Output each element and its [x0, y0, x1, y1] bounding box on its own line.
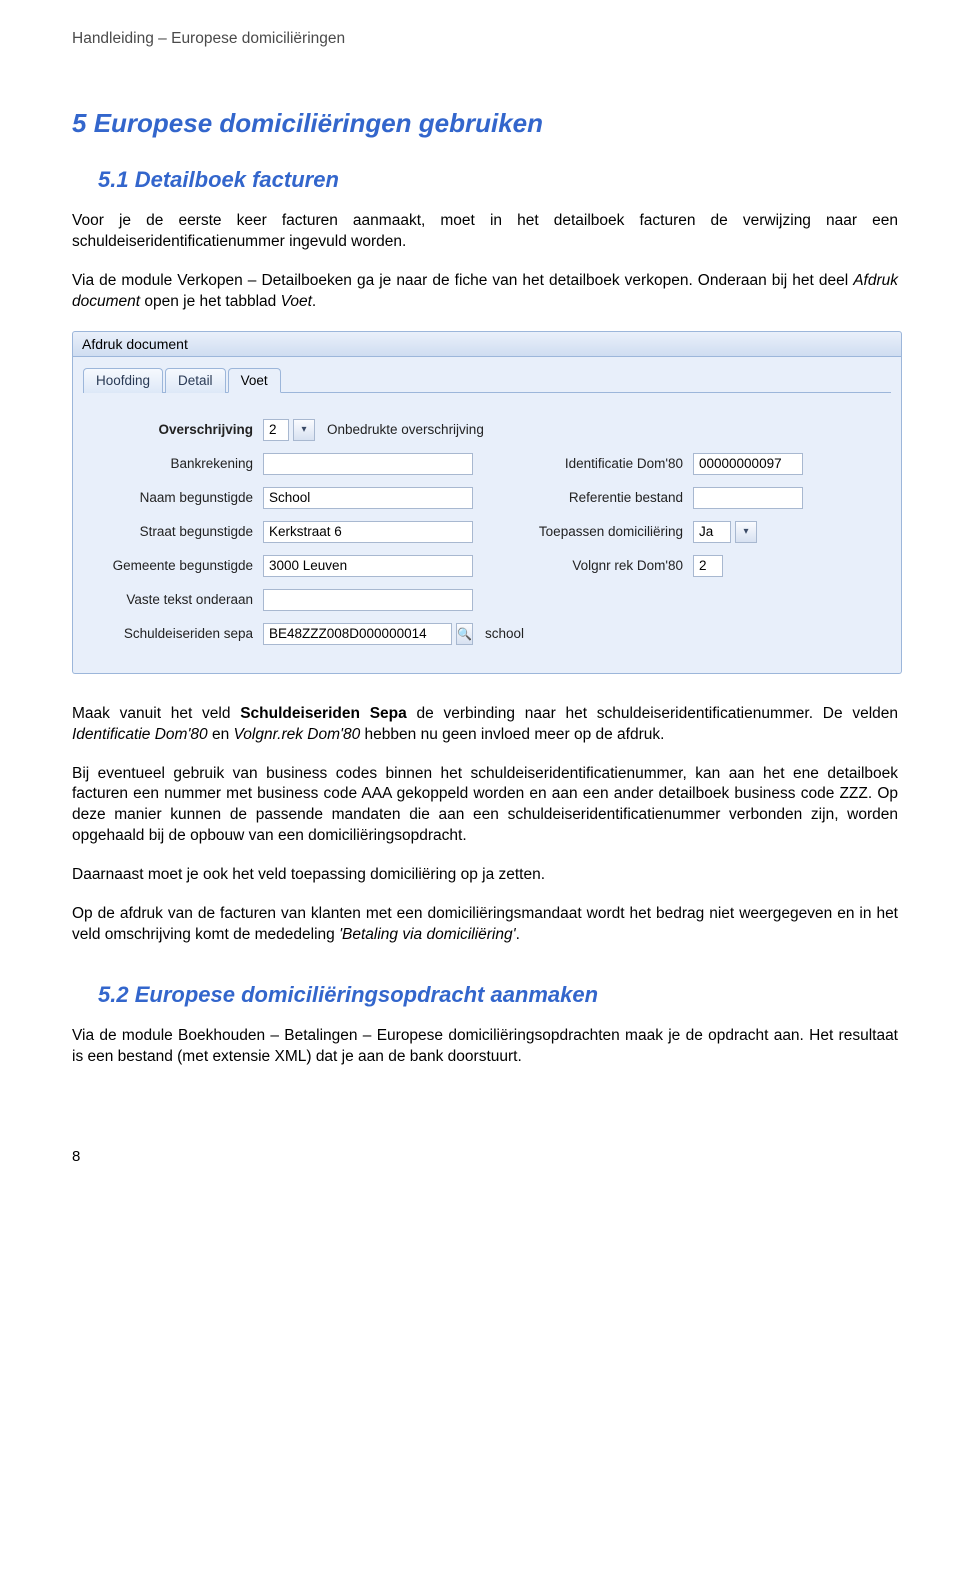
label-gemeente-begunstigde: Gemeente begunstigde: [93, 558, 263, 573]
straat-begunstigde-input[interactable]: [263, 521, 473, 543]
label-schuldeiser-sepa: Schuldeiseriden sepa: [93, 626, 263, 641]
row-straat-begunstigde: Straat begunstigde Toepassen domiciliëri…: [93, 515, 881, 549]
label-volgnr: Volgnr rek Dom'80: [503, 558, 693, 573]
paragraph-toepassing-ja: Daarnaast moet je ook het veld toepassin…: [72, 865, 898, 886]
label-bankrekening: Bankrekening: [93, 456, 263, 471]
chevron-down-icon: ▾: [743, 526, 748, 537]
label-identificatie: Identificatie Dom'80: [503, 456, 693, 471]
tab-voet[interactable]: Voet: [228, 368, 281, 393]
panel-body: Hoofding Detail Voet Overschrijving ▾ On…: [72, 357, 902, 674]
label-vaste-tekst: Vaste tekst onderaan: [93, 592, 263, 607]
volgnr-input[interactable]: [693, 555, 723, 577]
label-toepassen-domiciliering: Toepassen domiciliëring: [503, 524, 693, 539]
row-gemeente-begunstigde: Gemeente begunstigde Volgnr rek Dom'80: [93, 549, 881, 583]
paragraph-schuldeiser-link: Maak vanuit het veld Schuldeiseriden Sep…: [72, 704, 898, 746]
h2b-text: Europese domiciliëringsopdracht aanmaken: [135, 982, 598, 1007]
tab-hoofding[interactable]: Hoofding: [83, 368, 163, 393]
row-naam-begunstigde: Naam begunstigde Referentie bestand: [93, 481, 881, 515]
label-referentie-bestand: Referentie bestand: [503, 490, 693, 505]
paragraph-52: Via de module Boekhouden – Betalingen – …: [72, 1026, 898, 1068]
h1-text: Europese domiciliëringen gebruiken: [94, 108, 543, 138]
gemeente-begunstigde-input[interactable]: [263, 555, 473, 577]
h2b-number: 5.2: [98, 982, 129, 1007]
h1-number: 5: [72, 108, 86, 138]
schuldeiser-lookup-text: school: [477, 626, 524, 641]
overschrijving-input[interactable]: [263, 419, 289, 441]
row-overschrijving: Overschrijving ▾ Onbedrukte overschrijvi…: [93, 413, 881, 447]
referentie-bestand-input[interactable]: [693, 487, 803, 509]
paragraph-afdruk-betaling: Op de afdruk van de facturen van klanten…: [72, 904, 898, 946]
bankrekening-input[interactable]: [263, 453, 473, 475]
intro-paragraph-2: Via de module Verkopen – Detailboeken ga…: [72, 271, 898, 313]
tab-detail[interactable]: Detail: [165, 368, 226, 393]
identificatie-input[interactable]: [693, 453, 803, 475]
toepassen-dropdown-button[interactable]: ▾: [735, 521, 757, 543]
toepassen-input[interactable]: [693, 521, 731, 543]
vaste-tekst-input[interactable]: [263, 589, 473, 611]
h2a-text: Detailboek facturen: [135, 167, 339, 192]
panel-title: Afdruk document: [82, 336, 188, 352]
page-number: 8: [72, 1148, 80, 1165]
schuldeiser-lookup-button[interactable]: 🔍: [456, 623, 473, 645]
label-overschrijving: Overschrijving: [93, 422, 263, 437]
label-naam-begunstigde: Naam begunstigde: [93, 490, 263, 505]
form-area: Overschrijving ▾ Onbedrukte overschrijvi…: [83, 409, 891, 655]
intro-paragraph-1: Voor je de eerste keer facturen aanmaakt…: [72, 211, 898, 253]
row-schuldeiser-sepa: Schuldeiseriden sepa 🔍 school: [93, 617, 881, 651]
overschrijving-description: Onbedrukte overschrijving: [319, 422, 484, 437]
label-straat-begunstigde: Straat begunstigde: [93, 524, 263, 539]
row-bankrekening: Bankrekening Identificatie Dom'80: [93, 447, 881, 481]
overschrijving-dropdown-button[interactable]: ▾: [293, 419, 315, 441]
document-header: Handleiding – Europese domiciliëringen: [72, 30, 898, 48]
chevron-down-icon: ▾: [301, 424, 306, 435]
row-vaste-tekst: Vaste tekst onderaan: [93, 583, 881, 617]
afdruk-document-panel: Afdruk document Hoofding Detail Voet Ove…: [72, 331, 898, 674]
heading-2-detailboek: 5.1 Detailboek facturen: [98, 167, 898, 193]
panel-title-bar: Afdruk document: [72, 331, 902, 357]
paragraph-business-codes: Bij eventueel gebruik van business codes…: [72, 764, 898, 848]
heading-1: 5 Europese domiciliëringen gebruiken: [72, 108, 898, 139]
naam-begunstigde-input[interactable]: [263, 487, 473, 509]
heading-2-opdracht: 5.2 Europese domiciliëringsopdracht aanm…: [98, 982, 898, 1008]
h2a-number: 5.1: [98, 167, 129, 192]
search-icon: 🔍: [457, 627, 472, 641]
tabs: Hoofding Detail Voet: [83, 367, 891, 393]
schuldeiser-sepa-input[interactable]: [263, 623, 452, 645]
